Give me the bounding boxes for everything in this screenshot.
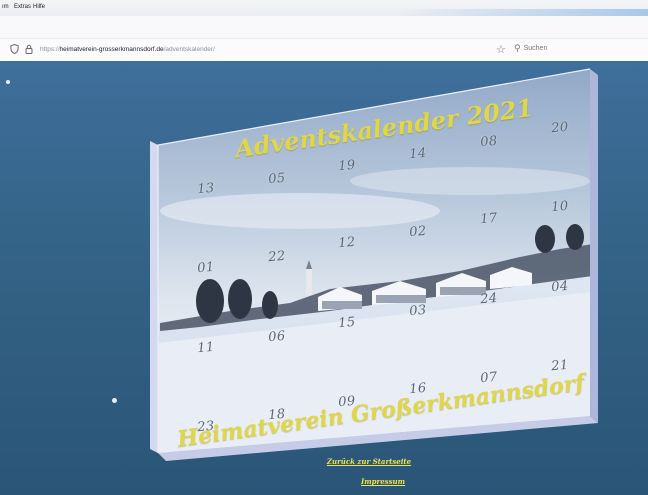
- calendar-door[interactable]: 03: [409, 303, 428, 319]
- back-to-home-link[interactable]: Zurück zur Startseite: [327, 457, 411, 466]
- menu-item-1[interactable]: ım: [2, 4, 9, 10]
- address-bar: https://heimatverein-grosserkmannsdorf.d…: [0, 38, 648, 62]
- menu-item-extras[interactable]: Extras: [14, 4, 31, 10]
- lock-icon[interactable]: [25, 44, 33, 57]
- search-icon: ⚲: [514, 44, 521, 54]
- calendar-door[interactable]: 11: [197, 340, 216, 356]
- calendar-door[interactable]: 10: [551, 199, 570, 215]
- menu-bar: ım Extras Hilfe: [0, 0, 648, 16]
- calendar-door[interactable]: 24: [480, 291, 499, 307]
- calendar-door[interactable]: 02: [409, 224, 428, 240]
- calendar-door[interactable]: 09: [338, 394, 357, 410]
- calendar-door[interactable]: 01: [197, 260, 216, 276]
- url-field[interactable]: https://heimatverein-grosserkmannsdorf.d…: [40, 46, 215, 53]
- url-prefix: https://: [40, 46, 60, 53]
- search-placeholder: Suchen: [523, 45, 548, 52]
- calendar-door[interactable]: 18: [268, 407, 287, 423]
- calendar-door[interactable]: 16: [409, 381, 428, 397]
- calendar-door[interactable]: 12: [338, 235, 357, 251]
- calendar-door[interactable]: 21: [551, 358, 570, 374]
- shield-icon[interactable]: [10, 43, 19, 57]
- calendar-door[interactable]: 04: [551, 279, 570, 295]
- bookmark-star-icon[interactable]: ☆: [496, 43, 506, 56]
- window-title-accent: [398, 9, 648, 16]
- calendar-door[interactable]: 13: [197, 181, 216, 197]
- calendar-door[interactable]: 20: [551, 120, 570, 136]
- search-input[interactable]: ⚲ Suchen: [514, 44, 640, 56]
- calendar-door[interactable]: 06: [268, 329, 287, 345]
- calendar-door[interactable]: 19: [338, 158, 357, 174]
- menu-item-help[interactable]: Hilfe: [33, 4, 45, 10]
- calendar-door[interactable]: 07: [480, 370, 499, 386]
- calendar-door[interactable]: 17: [480, 211, 499, 227]
- url-host: heimatverein-grosserkmannsdorf.de: [59, 46, 164, 53]
- url-path: /adventskalender/: [163, 46, 215, 53]
- calendar-door[interactable]: 15: [338, 315, 357, 331]
- advent-calendar: Adventskalender 2021 Heimatverein Großer…: [0, 61, 648, 495]
- calendar-door[interactable]: 08: [480, 134, 499, 150]
- calendar-door[interactable]: 05: [268, 171, 287, 187]
- calendar-door[interactable]: 14: [409, 146, 428, 162]
- imprint-link[interactable]: Impressum: [361, 477, 405, 486]
- calendar-door[interactable]: 23: [197, 419, 216, 435]
- calendar-door[interactable]: 22: [268, 249, 287, 265]
- page-viewport: Adventskalender 2021 Heimatverein Großer…: [0, 61, 648, 495]
